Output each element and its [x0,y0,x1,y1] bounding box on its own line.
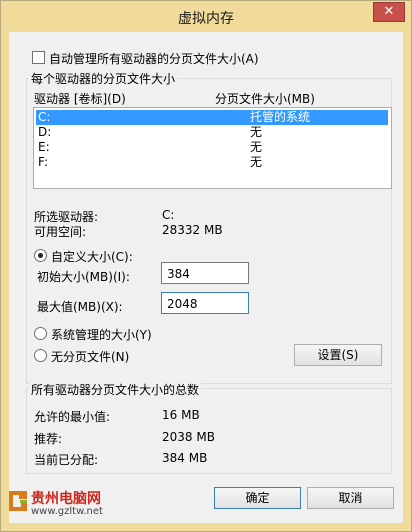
watermark-logo-icon [9,491,27,511]
custom-size-label[interactable]: 自定义大小(C): [51,248,133,265]
system-managed-label[interactable]: 系统管理的大小(Y) [51,326,152,343]
maximum-size-input[interactable]: 2048 [161,292,249,314]
drive-letter: E: [38,140,50,154]
close-icon: ✕ [383,4,395,19]
dialog-body: 自动管理所有驱动器的分页文件大小(A) 每个驱动器的分页文件大小 驱动器 [卷标… [9,32,403,523]
virtual-memory-dialog: 虚拟内存 ✕ 自动管理所有驱动器的分页文件大小(A) 每个驱动器的分页文件大小 … [0,0,412,532]
drive-row-d[interactable]: D: 无 [36,125,388,140]
dialog-title: 虚拟内存 [178,11,234,27]
close-button[interactable]: ✕ [373,2,405,22]
drive-size: 无 [250,125,263,139]
currently-allocated-value: 384 MB [162,451,208,465]
radio-selected-dot [38,253,43,258]
drive-size: 无 [250,155,263,169]
watermark-url: www.gzltw.net [31,506,103,517]
maximum-size-label: 最大值(MB)(X): [37,300,123,314]
minimum-allowed-label: 允许的最小值: [34,410,111,424]
set-button[interactable]: 设置(S) [294,344,382,366]
watermark-name: 贵州电脑网 [31,491,101,507]
per-drive-group-label: 每个驱动器的分页文件大小 [29,70,178,87]
free-space-label: 可用空间: [34,225,87,239]
initial-size-input[interactable]: 384 [161,262,249,284]
auto-manage-checkbox[interactable] [32,51,45,64]
ok-button[interactable]: 确定 [214,487,301,509]
system-managed-radio[interactable] [34,327,47,340]
drive-size: 托管的系统 [250,110,311,124]
custom-size-radio[interactable] [34,249,47,262]
free-space-value: 28332 MB [162,223,223,237]
size-column-header: 分页文件大小(MB) [215,92,315,106]
initial-size-label: 初始大小(MB)(I): [37,270,130,284]
drive-letter: F: [38,155,49,169]
cancel-button[interactable]: 取消 [307,487,394,509]
title-bar[interactable]: 虚拟内存 ✕ [1,1,411,31]
drive-size: 无 [250,140,263,154]
no-paging-file-label[interactable]: 无分页文件(N) [51,348,129,365]
drive-letter: C: [38,110,51,124]
no-paging-file-radio[interactable] [34,349,47,362]
minimum-allowed-value: 16 MB [162,408,200,422]
selected-drive-value: C: [162,208,175,222]
totals-group-label: 所有驱动器分页文件大小的总数 [29,381,202,398]
auto-manage-label[interactable]: 自动管理所有驱动器的分页文件大小(A) [49,50,259,67]
drive-letter: D: [38,125,52,139]
drive-row-f[interactable]: F: 无 [36,155,388,170]
drive-row-e[interactable]: E: 无 [36,140,388,155]
recommended-label: 推荐: [34,432,63,446]
drive-column-header: 驱动器 [卷标](D) [34,92,126,106]
currently-allocated-label: 当前已分配: [34,453,99,467]
drive-list[interactable]: C: 托管的系统 D: 无 E: 无 F: 无 [33,107,392,189]
recommended-value: 2038 MB [162,430,215,444]
drive-row-c[interactable]: C: 托管的系统 [36,110,388,125]
